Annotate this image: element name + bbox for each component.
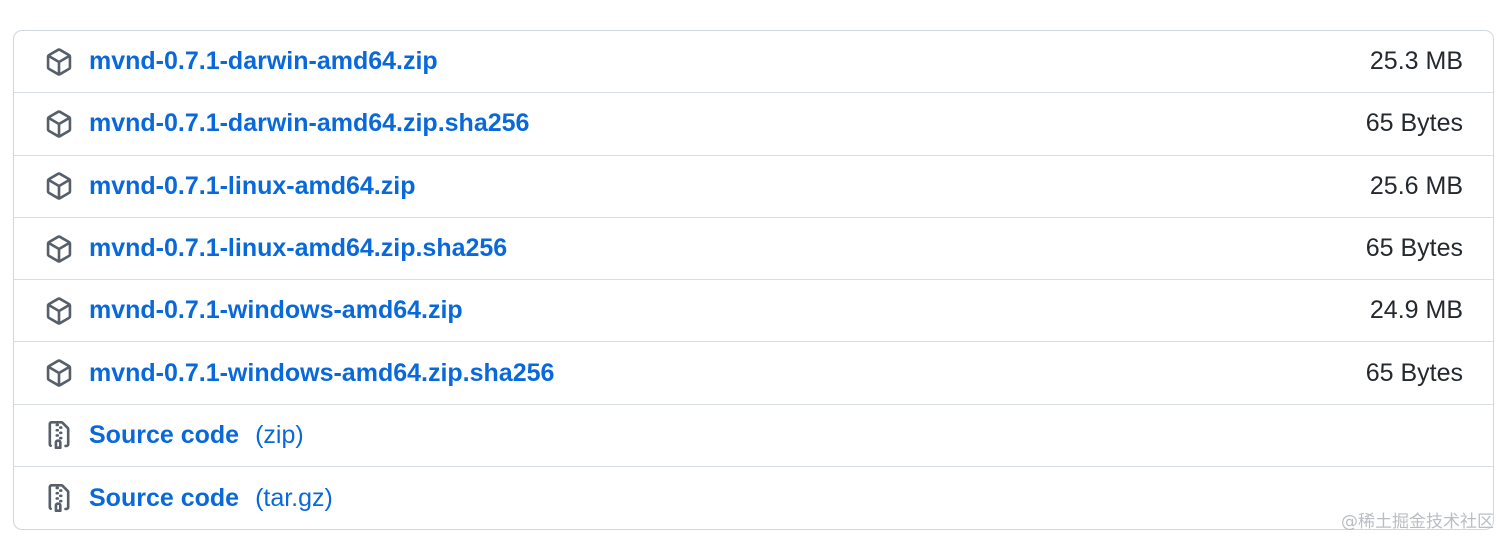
asset-size: 65 Bytes bbox=[1365, 234, 1463, 263]
asset-size: 65 Bytes bbox=[1365, 109, 1463, 138]
source-code-row: Source code (tar.gz) bbox=[14, 467, 1493, 529]
file-zip-icon bbox=[44, 420, 74, 450]
package-icon bbox=[44, 109, 74, 139]
source-code-format[interactable]: (tar.gz) bbox=[255, 484, 333, 513]
asset-link[interactable]: mvnd-0.7.1-windows-amd64.zip bbox=[89, 296, 463, 325]
asset-link[interactable]: mvnd-0.7.1-linux-amd64.zip.sha256 bbox=[89, 234, 507, 263]
asset-row: mvnd-0.7.1-windows-amd64.zip 24.9 MB bbox=[14, 280, 1493, 343]
asset-size: 25.6 MB bbox=[1369, 171, 1463, 200]
source-code-format[interactable]: (zip) bbox=[255, 421, 304, 450]
package-icon bbox=[44, 358, 74, 388]
asset-row: mvnd-0.7.1-darwin-amd64.zip.sha256 65 By… bbox=[14, 93, 1493, 156]
file-zip-icon bbox=[44, 483, 74, 513]
asset-link[interactable]: mvnd-0.7.1-linux-amd64.zip bbox=[89, 172, 415, 201]
asset-link[interactable]: mvnd-0.7.1-darwin-amd64.zip.sha256 bbox=[89, 109, 529, 138]
asset-row: mvnd-0.7.1-darwin-amd64.zip 25.3 MB bbox=[14, 31, 1493, 94]
package-icon bbox=[44, 171, 74, 201]
asset-link[interactable]: mvnd-0.7.1-darwin-amd64.zip bbox=[89, 47, 438, 76]
package-icon bbox=[44, 47, 74, 77]
asset-link[interactable]: mvnd-0.7.1-windows-amd64.zip.sha256 bbox=[89, 359, 554, 388]
asset-size: 65 Bytes bbox=[1365, 358, 1463, 387]
asset-row: mvnd-0.7.1-windows-amd64.zip.sha256 65 B… bbox=[14, 342, 1493, 405]
source-code-link[interactable]: Source code bbox=[89, 421, 239, 450]
asset-row: mvnd-0.7.1-linux-amd64.zip 25.6 MB bbox=[14, 156, 1493, 218]
source-code-link[interactable]: Source code bbox=[89, 484, 239, 513]
package-icon bbox=[44, 296, 74, 326]
source-code-row: Source code (zip) bbox=[14, 405, 1493, 468]
package-icon bbox=[44, 234, 74, 264]
asset-size: 25.3 MB bbox=[1369, 47, 1463, 76]
asset-row: mvnd-0.7.1-linux-amd64.zip.sha256 65 Byt… bbox=[14, 218, 1493, 281]
release-assets-list: mvnd-0.7.1-darwin-amd64.zip 25.3 MB mvnd… bbox=[13, 30, 1494, 530]
asset-size: 24.9 MB bbox=[1369, 296, 1463, 325]
watermark: @稀土掘金技术社区 bbox=[1341, 512, 1494, 532]
